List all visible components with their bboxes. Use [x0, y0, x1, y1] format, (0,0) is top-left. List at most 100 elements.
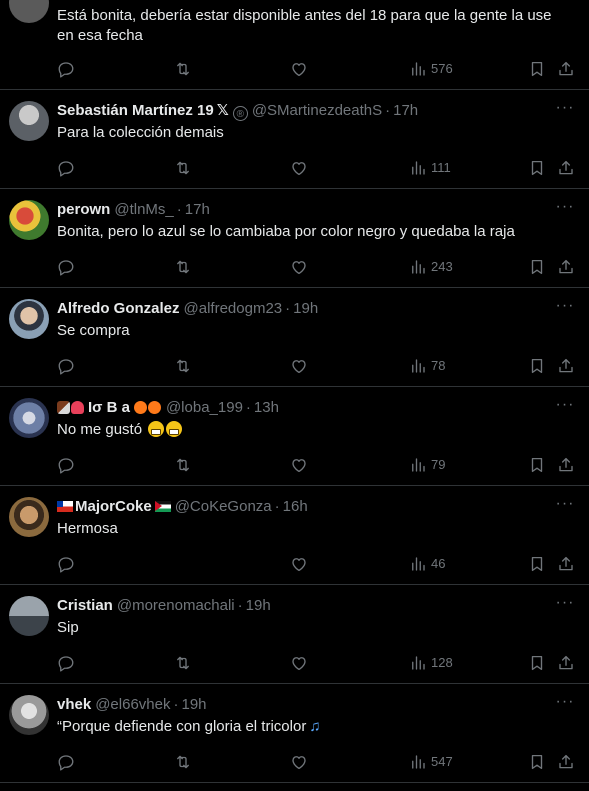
- reply-icon: [57, 555, 75, 573]
- avatar[interactable]: [9, 200, 49, 240]
- views-button[interactable]: 128: [409, 652, 453, 672]
- views-button[interactable]: 46: [409, 553, 445, 573]
- timestamp[interactable]: 16h: [283, 498, 308, 515]
- more-options-icon[interactable]: ···: [555, 694, 575, 715]
- display-name[interactable]: MajorCoke: [75, 498, 152, 515]
- like-button[interactable]: [290, 652, 308, 672]
- handle[interactable]: @morenomachali: [117, 597, 235, 614]
- like-button[interactable]: [290, 256, 308, 276]
- avatar[interactable]: [9, 398, 49, 438]
- views-button[interactable]: 547: [409, 751, 453, 771]
- tweet-text-wrapper: “Porque defiende con gloria el tricolor ♫: [57, 717, 569, 737]
- share-button[interactable]: [557, 58, 575, 78]
- more-options-icon[interactable]: ···: [555, 100, 575, 121]
- reply-button[interactable]: [57, 157, 75, 177]
- display-name[interactable]: Cristian: [57, 597, 113, 614]
- handle[interactable]: @SMartinezdeathS: [252, 102, 382, 119]
- timestamp[interactable]: 19h: [181, 696, 206, 713]
- share-button[interactable]: [557, 256, 575, 276]
- timestamp[interactable]: 19h: [246, 597, 271, 614]
- share-button[interactable]: [557, 652, 575, 672]
- bookmark-button[interactable]: [528, 256, 546, 276]
- like-button[interactable]: [290, 157, 308, 177]
- display-name[interactable]: vhek: [57, 696, 91, 713]
- handle[interactable]: @tlnMs_: [114, 201, 173, 218]
- tweet-4[interactable]: Iσ B a @loba_199 · 13h ··· No me gustó 79: [0, 387, 589, 486]
- tweet-2[interactable]: perown @tlnMs_ · 17h ··· Bonita, pero lo az…: [0, 189, 589, 288]
- tweet-6[interactable]: Cristian @morenomachali · 19h ··· Sip 128: [0, 585, 589, 684]
- retweet-button[interactable]: [174, 751, 192, 771]
- share-button[interactable]: [557, 355, 575, 375]
- bookmark-icon: [528, 555, 546, 573]
- reply-button[interactable]: [57, 58, 75, 78]
- share-button[interactable]: [557, 454, 575, 474]
- views-button[interactable]: 576: [409, 58, 453, 78]
- views-button[interactable]: 78: [409, 355, 445, 375]
- share-button[interactable]: [557, 157, 575, 177]
- reply-button[interactable]: [57, 355, 75, 375]
- bookmark-icon: [528, 159, 546, 177]
- views-button[interactable]: 111: [409, 157, 451, 177]
- avatar[interactable]: [9, 0, 49, 23]
- retweet-button[interactable]: [174, 652, 192, 672]
- avatar[interactable]: [9, 695, 49, 735]
- share-icon: [557, 753, 575, 771]
- bookmark-button[interactable]: [528, 157, 546, 177]
- reply-button[interactable]: [57, 553, 75, 573]
- display-name[interactable]: Iσ B a: [88, 399, 130, 416]
- like-button[interactable]: [290, 751, 308, 771]
- avatar[interactable]: [9, 497, 49, 537]
- retweet-button[interactable]: [174, 157, 192, 177]
- reply-icon: [57, 456, 75, 474]
- avatar[interactable]: [9, 101, 49, 141]
- reply-button[interactable]: [57, 652, 75, 672]
- more-options-icon[interactable]: ···: [555, 298, 575, 319]
- timestamp[interactable]: 13h: [254, 399, 279, 416]
- views-button[interactable]: 243: [409, 256, 453, 276]
- retweet-button[interactable]: [174, 355, 192, 375]
- display-name[interactable]: Alfredo Gonzalez: [57, 300, 180, 317]
- bookmark-button[interactable]: [528, 58, 546, 78]
- handle[interactable]: @el66vhek: [95, 696, 170, 713]
- tweet-0[interactable]: Está bonita, debería estar disponible an…: [0, 0, 589, 90]
- display-name[interactable]: perown: [57, 201, 110, 218]
- handle[interactable]: @alfredogm23: [184, 300, 283, 317]
- more-options-icon[interactable]: ···: [555, 496, 575, 517]
- timestamp[interactable]: 17h: [185, 201, 210, 218]
- bookmark-button[interactable]: [528, 454, 546, 474]
- bookmark-button[interactable]: [528, 652, 546, 672]
- like-button[interactable]: [290, 58, 308, 78]
- views-button[interactable]: 79: [409, 454, 445, 474]
- share-button[interactable]: [557, 751, 575, 771]
- bookmark-button[interactable]: [528, 553, 546, 573]
- lollipop-emoji-icon: [147, 401, 161, 414]
- retweet-button[interactable]: [174, 454, 192, 474]
- tweet-3[interactable]: Alfredo Gonzalez @alfredogm23 · 19h ··· Se …: [0, 288, 589, 387]
- handle[interactable]: @loba_199: [166, 399, 243, 416]
- tweet-7[interactable]: vhek @el66vhek · 19h ··· “Porque defiende c…: [0, 684, 589, 783]
- tweet-actions: 128: [57, 652, 575, 672]
- reply-button[interactable]: [57, 751, 75, 771]
- reply-icon: [57, 357, 75, 375]
- timestamp[interactable]: 19h: [293, 300, 318, 317]
- share-button[interactable]: [557, 553, 575, 573]
- retweet-button[interactable]: [174, 256, 192, 276]
- handle[interactable]: @CoKeGonza: [175, 498, 272, 515]
- more-options-icon[interactable]: ···: [555, 595, 575, 616]
- display-name[interactable]: Sebastián Martínez 19: [57, 102, 214, 119]
- reply-button[interactable]: [57, 256, 75, 276]
- bookmark-button[interactable]: [528, 355, 546, 375]
- more-options-icon[interactable]: ···: [555, 397, 575, 418]
- like-button[interactable]: [290, 553, 308, 573]
- reply-button[interactable]: [57, 454, 75, 474]
- avatar[interactable]: [9, 299, 49, 339]
- more-options-icon[interactable]: ···: [555, 199, 575, 220]
- tweet-5[interactable]: MajorCoke @CoKeGonza · 16h ··· Hermosa 46: [0, 486, 589, 585]
- timestamp[interactable]: 17h: [393, 102, 418, 119]
- like-button[interactable]: [290, 355, 308, 375]
- bookmark-button[interactable]: [528, 751, 546, 771]
- tweet-1[interactable]: Sebastián Martínez 19 𝕏 ® @SMartinezdeathS ·…: [0, 90, 589, 189]
- like-button[interactable]: [290, 454, 308, 474]
- avatar[interactable]: [9, 596, 49, 636]
- retweet-button[interactable]: [174, 58, 192, 78]
